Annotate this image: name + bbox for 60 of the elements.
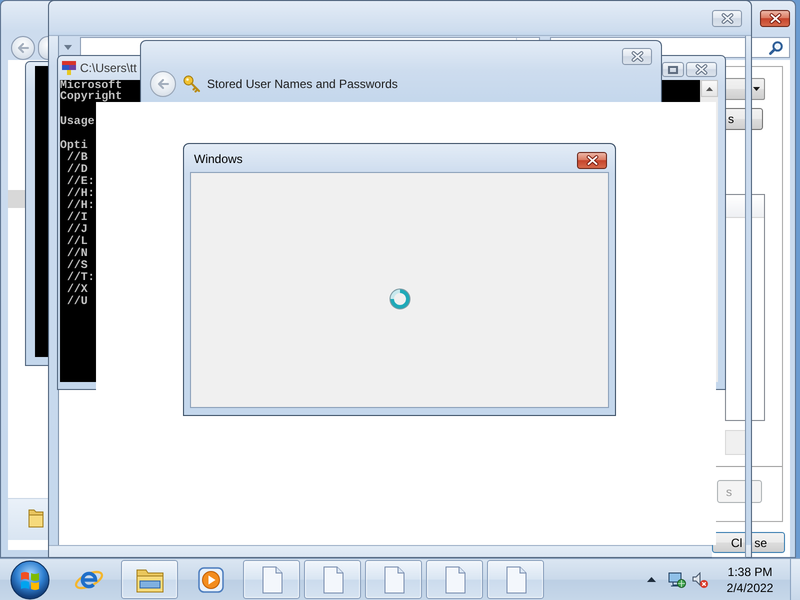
console-line: //B (66, 152, 88, 164)
key-icon (183, 75, 200, 93)
console-line: //L (66, 236, 88, 248)
search-icon (769, 40, 783, 54)
window-title: Stored User Names and Passwords (207, 77, 398, 91)
console-line: //X (66, 284, 88, 296)
maximize-icon (668, 66, 678, 74)
console-line: //S (66, 260, 88, 272)
speaker-muted-icon[interactable] (692, 572, 708, 588)
console-line: //N (66, 248, 88, 260)
close-icon (768, 13, 782, 24)
window-title: Windows (194, 152, 243, 167)
network-icon[interactable] (668, 570, 686, 588)
close-button[interactable] (577, 152, 607, 169)
window-title: C:\Users\tt (80, 61, 137, 75)
up-triangle-icon (706, 86, 713, 90)
show-desktop-button[interactable] (790, 559, 800, 600)
caret-icon[interactable] (64, 45, 72, 50)
console-line: //U (66, 296, 88, 308)
back-button[interactable] (11, 36, 35, 60)
taskbar-button[interactable] (365, 560, 422, 599)
console-line: Microsoft (60, 80, 122, 91)
taskbar-button[interactable] (121, 560, 178, 599)
close-button[interactable] (760, 10, 790, 27)
close-icon (695, 64, 708, 75)
program-icon (61, 60, 77, 76)
clock-date: 2/4/2022 (726, 580, 774, 596)
taskbar-button[interactable] (487, 560, 544, 599)
console-line: //T: (66, 272, 95, 284)
console-line: //H: (66, 200, 95, 212)
close-button[interactable] (686, 62, 717, 77)
back-arrow-icon (17, 42, 29, 52)
close-icon (720, 13, 734, 24)
play-icon (196, 564, 226, 594)
console-line: Opti (60, 140, 88, 152)
forward-button[interactable] (38, 36, 48, 60)
back-button[interactable] (150, 71, 176, 97)
console-line: //I (66, 212, 88, 224)
up-triangle-icon[interactable] (647, 577, 656, 582)
close-icon (586, 155, 598, 166)
console-line: //E: (66, 176, 95, 188)
console-line: //D (66, 164, 88, 176)
maximize-button[interactable] (662, 62, 684, 77)
console-line: //H: (66, 188, 95, 200)
taskbar-button[interactable] (426, 560, 483, 599)
start-button[interactable] (10, 560, 50, 600)
close-button[interactable] (622, 48, 652, 65)
back-arrow-icon (157, 79, 169, 89)
taskbar-button[interactable] (243, 560, 300, 599)
close-button[interactable] (712, 10, 742, 27)
console-line: Copyright (60, 91, 122, 102)
scroll-up-button[interactable] (701, 80, 718, 97)
start-orb-icon (10, 560, 50, 600)
taskbar-button[interactable] (304, 560, 361, 599)
console-line: //J (66, 224, 88, 236)
caret-icon (753, 87, 760, 91)
console-line: Usage (60, 116, 95, 128)
input-field[interactable] (725, 430, 747, 455)
clock-time: 1:38 PM (728, 564, 772, 580)
close-icon (630, 51, 644, 62)
